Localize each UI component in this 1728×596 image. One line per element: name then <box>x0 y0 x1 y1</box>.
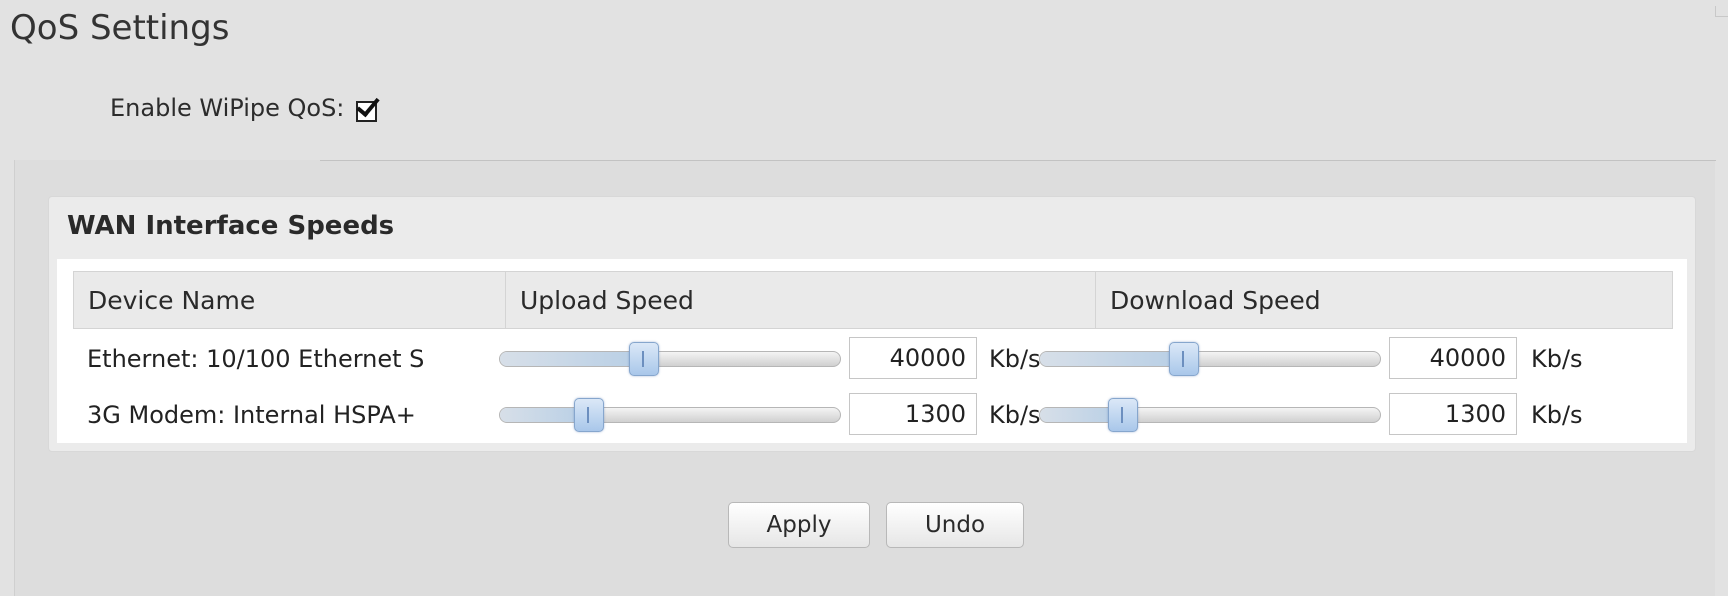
upload-speed-unit: Kb/s <box>989 345 1041 373</box>
upload-speed-input[interactable] <box>849 337 977 379</box>
upload-speed-unit: Kb/s <box>989 401 1041 429</box>
wan-interface-speeds-panel: WAN Interface Speeds Device Name Upload … <box>48 196 1696 452</box>
download-speed-unit: Kb/s <box>1531 345 1583 373</box>
enable-qos-checkbox[interactable] <box>356 97 378 122</box>
upload-speed-slider[interactable] <box>499 398 841 432</box>
download-speed-slider[interactable] <box>1039 342 1381 376</box>
column-header-device-name: Device Name <box>74 272 506 328</box>
wan-panel-title: WAN Interface Speeds <box>67 211 395 241</box>
device-name: Ethernet: 10/100 Ethernet S <box>87 345 425 373</box>
table-header: Device Name Upload Speed Download Speed <box>73 271 1673 329</box>
apply-button[interactable]: Apply <box>728 502 870 548</box>
column-header-download-speed: Download Speed <box>1110 285 1321 315</box>
window-corner-control[interactable] <box>1715 6 1728 17</box>
enable-qos-row: Enable WiPipe QoS: <box>110 94 378 122</box>
download-slider-handle[interactable] <box>1107 398 1138 432</box>
table-row: Ethernet: 10/100 Ethernet S Kb/s Kb/s <box>73 333 1671 385</box>
upload-slider-handle[interactable] <box>574 398 605 432</box>
download-speed-input[interactable] <box>1389 337 1517 379</box>
wan-speed-table: Device Name Upload Speed Download Speed … <box>57 259 1687 443</box>
upload-slider-handle[interactable] <box>628 342 659 376</box>
download-slider-fill <box>1040 352 1183 366</box>
section-divider <box>320 160 1716 161</box>
download-speed-input[interactable] <box>1389 393 1517 435</box>
page-title: QoS Settings <box>10 8 230 48</box>
column-header-upload-speed: Upload Speed <box>506 272 1096 328</box>
upload-speed-input[interactable] <box>849 393 977 435</box>
enable-qos-label: Enable WiPipe QoS: <box>110 94 345 122</box>
table-row: 3G Modem: Internal HSPA+ Kb/s Kb/s <box>73 389 1671 441</box>
upload-speed-slider[interactable] <box>499 342 841 376</box>
undo-button[interactable]: Undo <box>886 502 1024 548</box>
download-speed-unit: Kb/s <box>1531 401 1583 429</box>
device-name: 3G Modem: Internal HSPA+ <box>87 401 416 429</box>
download-slider-handle[interactable] <box>1168 342 1199 376</box>
download-speed-slider[interactable] <box>1039 398 1381 432</box>
upload-slider-fill <box>500 352 643 366</box>
